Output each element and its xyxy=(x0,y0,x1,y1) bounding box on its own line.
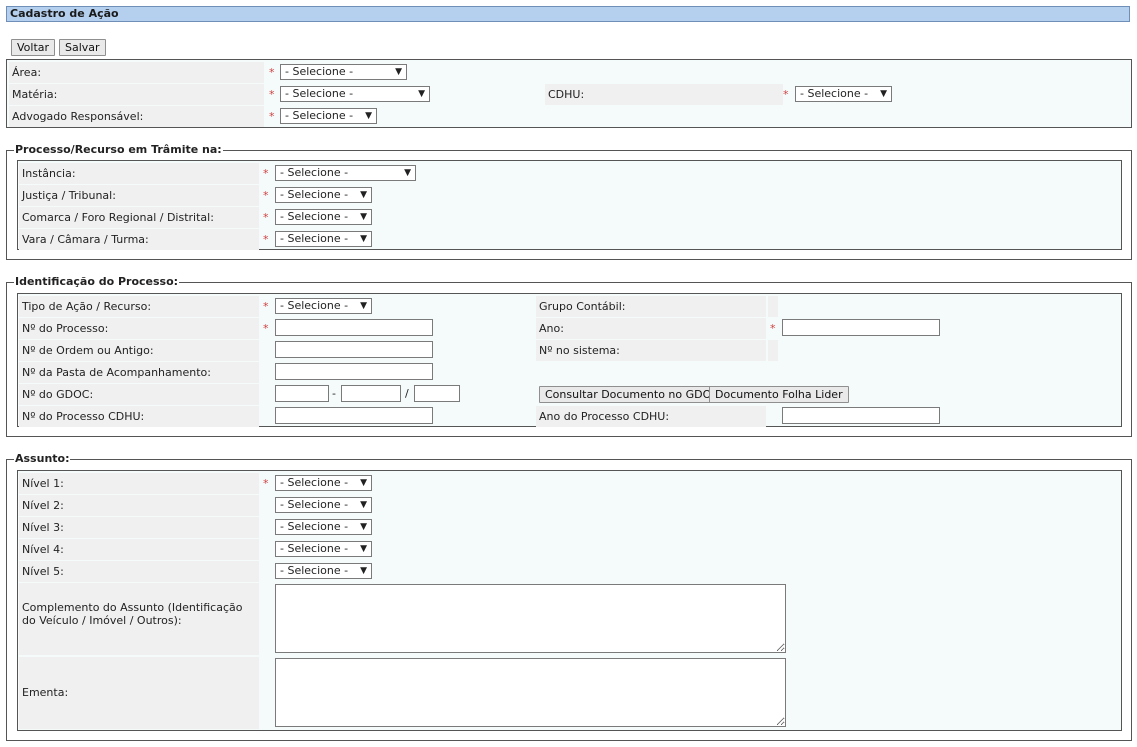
num-processo-cdhu-label: Nº do Processo CDHU: xyxy=(19,406,259,427)
num-processo-cdhu-input[interactable] xyxy=(275,407,433,424)
chevron-down-icon: ▼ xyxy=(360,301,367,311)
tipo-acao-label: Tipo de Ação / Recurso: xyxy=(19,296,259,317)
grupo-contabil-spacer xyxy=(768,296,778,317)
salvar-button[interactable]: Salvar xyxy=(59,39,106,56)
vara-select[interactable]: - Selecione - ▼ xyxy=(275,231,372,247)
chevron-down-icon: ▼ xyxy=(360,500,367,510)
gdoc-separator-dash: - xyxy=(332,387,336,400)
cdhu-select[interactable]: - Selecione - ▼ xyxy=(795,86,892,102)
ano-processo-cdhu-input[interactable] xyxy=(782,407,940,424)
gdoc-part2-input[interactable] xyxy=(341,385,401,402)
chevron-down-icon: ▼ xyxy=(360,566,367,576)
complemento-textarea[interactable] xyxy=(275,584,786,653)
chevron-down-icon: ▼ xyxy=(360,212,367,222)
gdoc-separator-slash: / xyxy=(405,387,409,400)
num-processo-input[interactable] xyxy=(275,319,433,336)
justica-select[interactable]: - Selecione - ▼ xyxy=(275,187,372,203)
required-mark: * xyxy=(263,300,269,313)
assunto-legend: Assunto: xyxy=(15,452,70,465)
materia-label: Matéria: xyxy=(9,84,264,105)
ementa-label: Ementa: xyxy=(19,657,259,729)
num-sistema-label: Nº no sistema: xyxy=(536,340,766,361)
comarca-label: Comarca / Foro Regional / Distrital: xyxy=(19,207,259,228)
required-mark: * xyxy=(263,477,269,490)
chevron-down-icon: ▼ xyxy=(360,234,367,244)
comarca-select[interactable]: - Selecione - ▼ xyxy=(275,209,372,225)
num-ordem-input[interactable] xyxy=(275,341,433,358)
instancia-select[interactable]: - Selecione - ▼ xyxy=(275,165,416,181)
chevron-down-icon: ▼ xyxy=(360,522,367,532)
nivel4-select[interactable]: - Selecione - ▼ xyxy=(275,541,372,557)
nivel1-select[interactable]: - Selecione - ▼ xyxy=(275,475,372,491)
justica-label: Justiça / Tribunal: xyxy=(19,185,259,206)
nivel5-label: Nível 5: xyxy=(19,561,259,582)
required-mark: * xyxy=(263,189,269,202)
ano-label: Ano: xyxy=(536,318,766,339)
num-processo-label: Nº do Processo: xyxy=(19,318,259,339)
tipo-acao-select[interactable]: - Selecione - ▼ xyxy=(275,298,372,314)
tramite-legend: Processo/Recurso em Trâmite na: xyxy=(15,143,222,156)
gdoc-part3-input[interactable] xyxy=(414,385,460,402)
voltar-button[interactable]: Voltar xyxy=(11,39,56,56)
chevron-down-icon: ▼ xyxy=(365,111,372,121)
required-mark: * xyxy=(783,88,789,101)
required-mark: * xyxy=(263,322,269,335)
required-mark: * xyxy=(269,110,275,123)
required-mark: * xyxy=(263,233,269,246)
main-info-panel: Área: * - Selecione - ▼ Matéria: * - Sele… xyxy=(6,59,1132,128)
num-pasta-label: Nº da Pasta de Acompanhamento: xyxy=(19,362,259,383)
chevron-down-icon: ▼ xyxy=(395,67,402,77)
chevron-down-icon: ▼ xyxy=(360,478,367,488)
consultar-gdoc-button[interactable]: Consultar Documento no GDOC xyxy=(539,386,725,403)
nivel2-label: Nível 2: xyxy=(19,495,259,516)
required-mark: * xyxy=(263,167,269,180)
nivel4-label: Nível 4: xyxy=(19,539,259,560)
required-mark: * xyxy=(770,322,776,335)
assunto-panel: Nível 1: * - Selecione - ▼ Nível 2: - Sel… xyxy=(17,470,1122,731)
area-select[interactable]: - Selecione - ▼ xyxy=(280,64,407,80)
identificacao-panel: Tipo de Ação / Recurso: * - Selecione - ▼… xyxy=(17,293,1122,427)
nivel3-label: Nível 3: xyxy=(19,517,259,538)
ano-input[interactable] xyxy=(782,319,940,336)
chevron-down-icon: ▼ xyxy=(360,190,367,200)
num-sistema-spacer xyxy=(768,340,778,361)
nivel1-label: Nível 1: xyxy=(19,473,259,494)
required-mark: * xyxy=(263,211,269,224)
required-mark: * xyxy=(269,66,275,79)
complemento-label: Complemento do Assunto (Identificação do… xyxy=(19,583,259,655)
num-ordem-label: Nº de Ordem ou Antigo: xyxy=(19,340,259,361)
ementa-textarea[interactable] xyxy=(275,658,786,727)
grupo-contabil-label: Grupo Contábil: xyxy=(536,296,766,317)
documento-folha-lider-button[interactable]: Documento Folha Lider xyxy=(709,386,849,403)
area-label: Área: xyxy=(9,62,264,83)
nivel5-select[interactable]: - Selecione - ▼ xyxy=(275,563,372,579)
materia-select[interactable]: - Selecione - ▼ xyxy=(280,86,430,102)
chevron-down-icon: ▼ xyxy=(404,168,411,178)
identificacao-legend: Identificação do Processo: xyxy=(15,275,179,288)
nivel3-select[interactable]: - Selecione - ▼ xyxy=(275,519,372,535)
gdoc-part1-input[interactable] xyxy=(275,385,329,402)
chevron-down-icon: ▼ xyxy=(360,544,367,554)
advogado-label: Advogado Responsável: xyxy=(9,106,264,127)
tramite-panel: Instância: * - Selecione - ▼ Justiça / Tr… xyxy=(17,160,1122,250)
num-gdoc-label: Nº do GDOC: xyxy=(19,384,259,405)
page-title: Cadastro de Ação xyxy=(6,6,1130,22)
instancia-label: Instância: xyxy=(19,163,259,184)
num-pasta-input[interactable] xyxy=(275,363,433,380)
nivel2-select[interactable]: - Selecione - ▼ xyxy=(275,497,372,513)
vara-label: Vara / Câmara / Turma: xyxy=(19,229,259,250)
chevron-down-icon: ▼ xyxy=(880,89,887,99)
ano-processo-cdhu-label: Ano do Processo CDHU: xyxy=(536,406,766,427)
chevron-down-icon: ▼ xyxy=(418,89,425,99)
advogado-select[interactable]: - Selecione - ▼ xyxy=(280,108,377,124)
required-mark: * xyxy=(269,88,275,101)
cdhu-label: CDHU: xyxy=(545,84,783,105)
